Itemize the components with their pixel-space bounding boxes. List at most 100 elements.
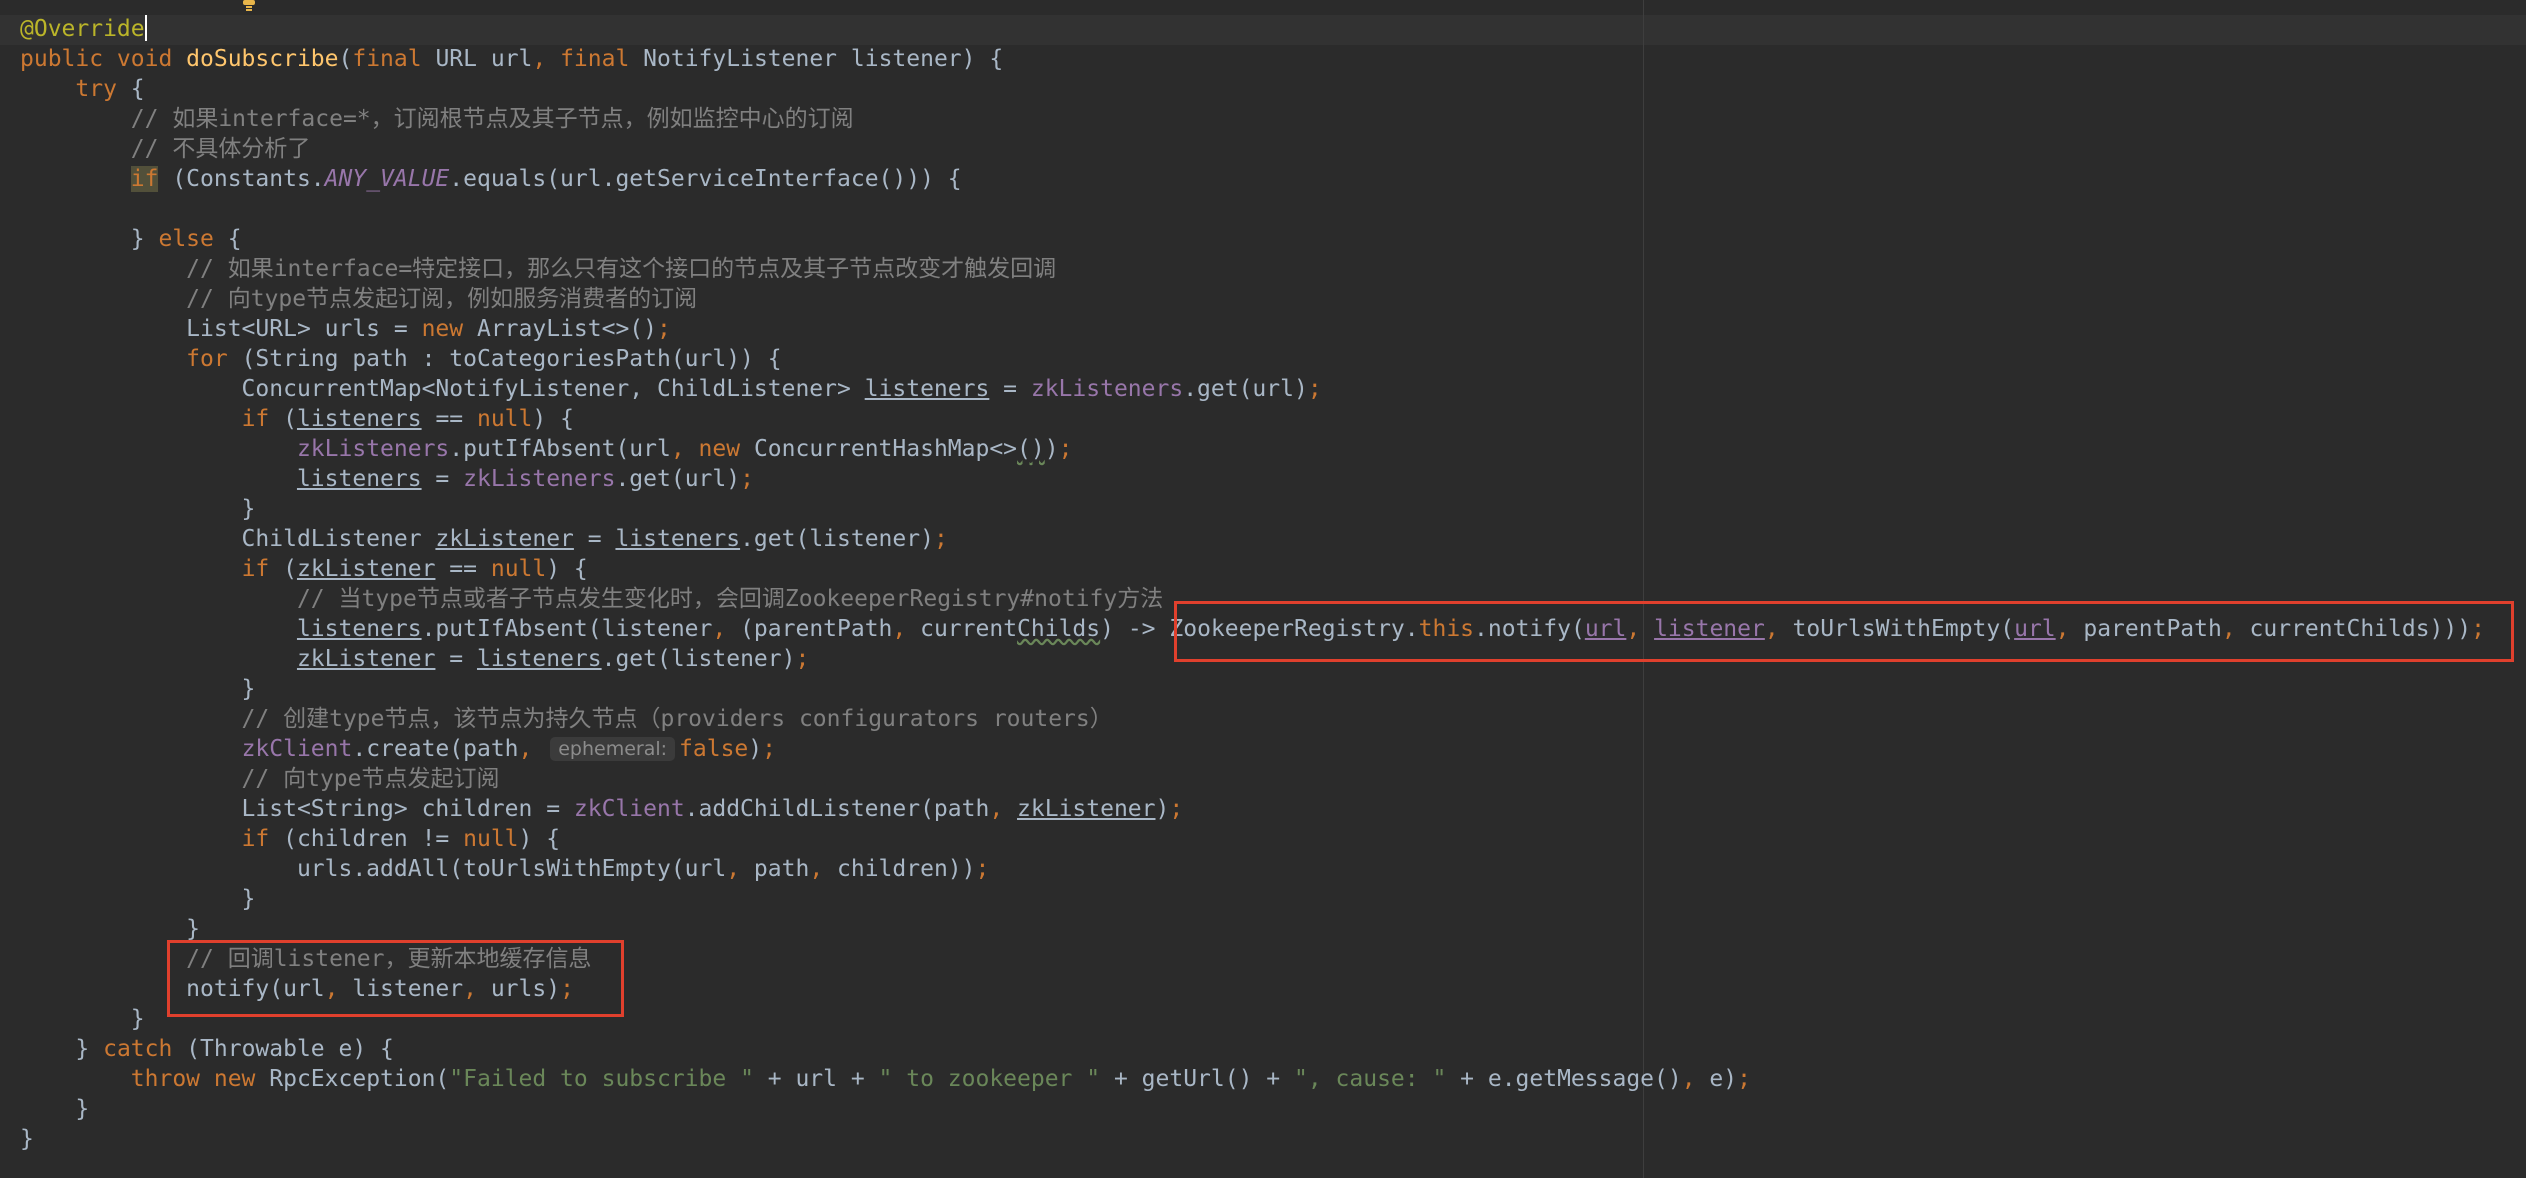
line-urls-decl[interactable]: List<URL> urls = new ArrayList<>(); [20, 314, 2485, 344]
line-for[interactable]: for (String path : toCategoriesPath(url)… [20, 344, 2485, 374]
code-token: URL url [435, 46, 533, 72]
line-close-2[interactable]: } [20, 674, 2485, 704]
code-token: ; [1737, 1066, 1751, 1092]
line-throw[interactable]: throw new RpcException("Failed to subscr… [20, 1064, 2485, 1094]
code-token: ; [740, 466, 754, 492]
code-token: if [241, 406, 284, 432]
code-token: + e.getMessage() [1446, 1066, 1682, 1092]
code-token: try [75, 76, 131, 102]
code-token: if [130, 166, 159, 192]
line-method-signature[interactable]: public void doSubscribe(final URL url, f… [20, 44, 2485, 74]
code-token: , [726, 856, 754, 882]
code-token: List<String> children = [20, 796, 574, 822]
line-comment-3[interactable]: // 如果interface=特定接口，那么只有这个接口的节点及其子节点改变才触… [20, 254, 2485, 284]
line-if-listeners-null[interactable]: if (listeners == null) { [20, 404, 2485, 434]
code-token: null [476, 406, 533, 432]
lightbulb-icon[interactable] [241, 0, 257, 12]
line-catch[interactable]: } catch (Throwable e) { [20, 1034, 2485, 1064]
code-token: ; [1058, 436, 1073, 462]
line-comment-1[interactable]: // 如果interface=*，订阅根节点及其子节点，例如监控中心的订阅 [20, 104, 2485, 134]
line-close-catch[interactable]: } [20, 1094, 2485, 1124]
code-token: zkListener [1017, 796, 1156, 822]
code-token: new [421, 316, 477, 342]
code-token: (children != [283, 826, 464, 852]
parameter-hint: ephemeral: [550, 737, 676, 761]
line-else[interactable]: } else { [20, 224, 2485, 254]
code-token: zkListeners [1030, 376, 1184, 402]
line-close-1[interactable]: } [20, 494, 2485, 524]
code-token: .putIfAbsent(listener [421, 616, 713, 642]
code-token: e) [1709, 1066, 1738, 1092]
code-token: false [679, 736, 749, 762]
code-token: , [892, 616, 921, 642]
code-token: } [20, 226, 159, 252]
code-token: } [20, 1096, 90, 1122]
code-token: { [130, 76, 145, 102]
line-comment-2[interactable]: // 不具体分析了 [20, 134, 2485, 164]
code-token: } [20, 676, 256, 702]
code-token: = [421, 466, 464, 492]
highlight-box-notify-call [167, 940, 624, 1017]
line-put-if-absent[interactable]: zkListeners.putIfAbsent(url, new Concurr… [20, 434, 2485, 464]
code-token: .addChildListener(path [684, 796, 990, 822]
code-token: children)) [837, 856, 976, 882]
code-token: } [20, 1036, 104, 1062]
code-token: = [989, 376, 1031, 402]
code-token: ) { [532, 406, 574, 432]
code-token: zkListener [435, 526, 574, 552]
code-token: ) [748, 736, 763, 762]
line-zkclient-create[interactable]: zkClient.create(path, ephemeral: false); [20, 734, 2485, 764]
line-annotation[interactable]: @Override [20, 14, 2485, 44]
code-token: .get(url) [1183, 376, 1308, 402]
code-token: zkListener [296, 646, 436, 672]
code-token: current [920, 616, 1018, 642]
line-comment-7[interactable]: // 向type节点发起订阅 [20, 764, 2485, 794]
code-token: // 如果interface=特定接口，那么只有这个接口的节点及其子节点改变才触… [20, 256, 1057, 282]
code-token: Childs [1017, 616, 1101, 642]
code-token: zkClient [573, 796, 685, 822]
code-token: null [490, 556, 547, 582]
code-token: ; [933, 526, 948, 552]
line-if-children[interactable]: if (children != null) { [20, 824, 2485, 854]
line-listeners-decl[interactable]: ConcurrentMap<NotifyListener, ChildListe… [20, 374, 2485, 404]
code-token: zkListeners [463, 466, 616, 492]
code-token: RpcException( [269, 1066, 450, 1092]
code-token: , final [532, 46, 644, 72]
code-token: final [352, 46, 436, 72]
code-token: " to zookeeper " [878, 1066, 1101, 1092]
code-editor[interactable]: @Override public void doSubscribe(final U… [0, 0, 2526, 1178]
code-token: listeners [476, 646, 602, 672]
line-children-decl[interactable]: List<String> children = zkClient.addChil… [20, 794, 2485, 824]
code-token: ChildListener [20, 526, 436, 552]
code-token: // 如果interface=*，订阅根节点及其子节点，例如监控中心的订阅 [20, 106, 854, 132]
code-token: ", cause: " [1293, 1066, 1447, 1092]
line-comment-6[interactable]: // 创建type节点，该节点为持久节点（providers configura… [20, 704, 2485, 734]
line-try[interactable]: try { [20, 74, 2485, 104]
code-token: } [20, 886, 256, 912]
code-token: NotifyListener listener) { [643, 46, 1004, 72]
code-token: listeners [615, 526, 741, 552]
line-if-any-value[interactable]: if (Constants.ANY_VALUE.equals(url.getSe… [20, 164, 2485, 194]
code-token: // 向type节点发起订阅 [20, 766, 500, 792]
code-token: listeners [296, 616, 422, 642]
code-token: , [809, 856, 838, 882]
line-listeners-assign[interactable]: listeners = zkListeners.get(url); [20, 464, 2485, 494]
line-zklistener-decl[interactable]: ChildListener zkListener = listeners.get… [20, 524, 2485, 554]
code-token: (String path : toCategoriesPath(url)) { [241, 346, 782, 372]
line-blank-1[interactable] [20, 194, 2485, 224]
line-close-3[interactable]: } [20, 884, 2485, 914]
line-comment-4[interactable]: // 向type节点发起订阅，例如服务消费者的订阅 [20, 284, 2485, 314]
line-close-method[interactable]: } [20, 1124, 2485, 1154]
line-add-all[interactable]: urls.addAll(toUrlsWithEmpty(url, path, c… [20, 854, 2485, 884]
line-if-zklistener-null[interactable]: if (zkListener == null) { [20, 554, 2485, 584]
code-token: .create(path [352, 736, 519, 762]
code-token: + getUrl() + [1100, 1066, 1294, 1092]
code-token: // 创建type节点，该节点为持久节点（providers configura… [20, 706, 1113, 732]
